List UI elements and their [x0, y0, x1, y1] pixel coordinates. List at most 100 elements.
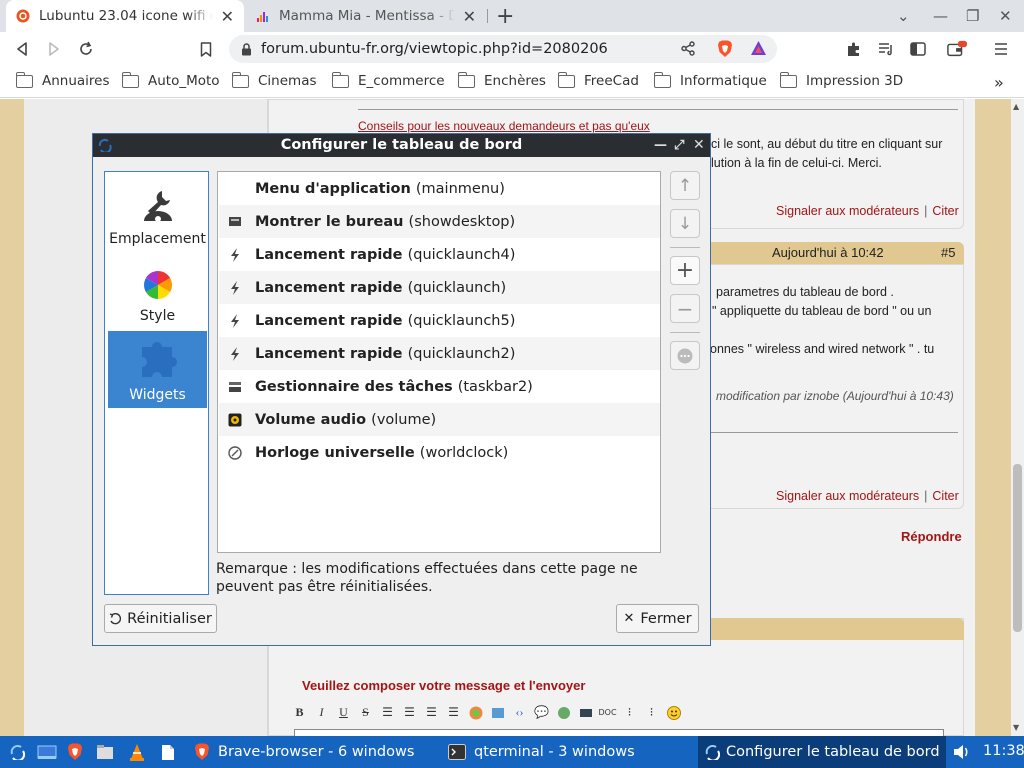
tab-close-icon[interactable]: ✕: [463, 7, 476, 26]
quote-icon[interactable]: 💬: [534, 705, 549, 720]
back-icon[interactable]: [12, 39, 32, 59]
minimize-icon[interactable]: —: [933, 7, 948, 25]
widget-row-showdesktop[interactable]: Montrer le bureau (showdesktop): [219, 205, 660, 238]
remove-widget-button[interactable]: −: [670, 294, 700, 323]
widget-row-quicklaunch5[interactable]: Lancement rapide (quicklaunch5): [219, 304, 660, 337]
brave-launcher-icon[interactable]: [66, 743, 84, 761]
quote-link[interactable]: Citer: [932, 489, 958, 503]
widget-row-taskbar2[interactable]: Gestionnaire des tâches (taskbar2): [219, 370, 660, 403]
bookmark-folder[interactable]: Impression 3D: [779, 71, 903, 89]
widget-row-mainmenu[interactable]: Menu d'application (mainmenu): [219, 172, 660, 205]
scrollbar-thumb[interactable]: [1013, 464, 1022, 632]
page-scrollbar[interactable]: ▲ ▼: [1011, 99, 1024, 736]
scroll-down-icon[interactable]: ▼: [1013, 723, 1019, 732]
dialog-titlebar[interactable]: Configurer le tableau de bord — ⤢ ✕: [93, 134, 710, 157]
wallet-icon[interactable]: [947, 39, 967, 59]
dialog-minimize-icon[interactable]: —: [654, 134, 667, 157]
report-link[interactable]: Signaler aux modérateurs: [776, 204, 919, 218]
post-date[interactable]: Aujourd'hui à 10:42: [772, 245, 884, 260]
color-icon[interactable]: [468, 705, 483, 720]
reset-button[interactable]: Réinitialiser: [104, 604, 217, 633]
widget-row-volume[interactable]: Volume audio (volume): [219, 403, 660, 436]
widget-row-worldclock[interactable]: Horloge universelle (worldclock): [219, 436, 660, 469]
bookmark-folder[interactable]: Auto_Moto: [121, 71, 220, 89]
bullet-list-icon[interactable]: ⁝: [644, 705, 659, 720]
ordered-list-icon[interactable]: ⁝: [622, 705, 637, 720]
show-desktop-icon[interactable]: [37, 743, 57, 761]
align-left-icon[interactable]: ☰: [380, 705, 395, 720]
reload-icon[interactable]: [76, 39, 96, 59]
move-down-button[interactable]: ↓: [670, 209, 700, 238]
configure-widget-button[interactable]: [670, 341, 700, 370]
media-playlist-icon[interactable]: [876, 39, 896, 59]
category-emplacement[interactable]: Emplacement: [108, 175, 207, 252]
widget-row-quicklaunch[interactable]: Lancement rapide (quicklaunch): [219, 271, 660, 304]
reply-link[interactable]: Répondre: [901, 529, 962, 544]
task-brave-browser[interactable]: Brave-browser - 6 windows: [190, 736, 430, 768]
bookmark-folder[interactable]: E_commerce: [331, 71, 445, 89]
align-center-icon[interactable]: ☰: [402, 705, 417, 720]
share-icon[interactable]: [681, 41, 695, 60]
brave-rewards-icon[interactable]: [750, 40, 767, 60]
brave-shields-icon[interactable]: [717, 40, 733, 62]
widget-row-quicklaunch4[interactable]: Lancement rapide (quicklaunch4): [219, 238, 660, 271]
message-textarea[interactable]: [294, 729, 944, 736]
strikethrough-icon[interactable]: S: [358, 705, 373, 720]
align-right-icon[interactable]: ☰: [424, 705, 439, 720]
bookmark-folder[interactable]: Informatique: [653, 71, 767, 89]
lock-icon[interactable]: [241, 42, 253, 56]
italic-icon[interactable]: I: [314, 705, 329, 720]
bookmark-folder[interactable]: Enchères: [457, 71, 546, 89]
close-button[interactable]: ✕ Fermer: [616, 604, 699, 633]
taskbar-clock[interactable]: 11:38: [983, 743, 1024, 759]
address-bar[interactable]: forum.ubuntu-fr.org/viewtopic.php?id=208…: [229, 35, 777, 63]
link-icon[interactable]: [556, 705, 571, 720]
tab-deezer[interactable]: Mamma Mia - Mentissa - Deeze ✕: [246, 0, 486, 32]
main-menu-icon[interactable]: [991, 39, 1011, 59]
justify-icon[interactable]: ☰: [446, 705, 461, 720]
quote-link[interactable]: Citer: [932, 204, 958, 218]
widget-row-quicklaunch2[interactable]: Lancement rapide (quicklaunch2): [219, 337, 660, 370]
doc-icon[interactable]: DOC: [598, 705, 616, 720]
task-panel-config[interactable]: Configurer le tableau de bord: [698, 736, 946, 768]
volume-tray-icon[interactable]: [953, 743, 971, 761]
tab-close-icon[interactable]: ✕: [221, 7, 234, 26]
advice-link[interactable]: Conseils pour les nouveaux demandeurs et…: [358, 119, 650, 133]
text-editor-icon[interactable]: [159, 743, 177, 761]
add-widget-button[interactable]: +: [670, 256, 700, 285]
bold-icon[interactable]: B: [292, 705, 307, 720]
brave-task-icon: [195, 743, 209, 760]
window-close-icon[interactable]: ✕: [999, 7, 1012, 25]
post-number[interactable]: #5: [941, 245, 955, 260]
category-style[interactable]: Style: [108, 252, 207, 329]
underline-icon[interactable]: U: [336, 705, 351, 720]
widget-list[interactable]: Menu d'application (mainmenu) Montrer le…: [217, 171, 661, 553]
restore-icon[interactable]: ❐: [966, 7, 979, 25]
dialog-close-icon[interactable]: ✕: [693, 134, 705, 157]
scroll-up-icon[interactable]: ▲: [1013, 102, 1019, 111]
bookmarks-overflow-icon[interactable]: »: [994, 73, 1004, 92]
vlc-icon[interactable]: [128, 743, 146, 761]
dialog-maximize-icon[interactable]: ⤢: [674, 134, 684, 157]
new-tab-icon[interactable]: +: [496, 4, 514, 29]
tab-lubuntu-forum[interactable]: Lubuntu 23.04 icone wifi dar ✕: [6, 0, 244, 32]
bookmark-folder[interactable]: FreeCad: [557, 71, 639, 89]
report-link[interactable]: Signaler aux modérateurs: [776, 489, 919, 503]
extensions-icon[interactable]: [844, 39, 864, 59]
bookmark-folder[interactable]: Cinemas: [231, 71, 317, 89]
bookmark-folder[interactable]: Annuaires: [15, 71, 110, 89]
task-qterminal[interactable]: qterminal - 3 windows: [444, 736, 694, 768]
bookmark-icon[interactable]: [196, 39, 216, 59]
move-up-button[interactable]: ↑: [670, 171, 700, 200]
start-menu-icon[interactable]: [8, 743, 26, 761]
code-icon[interactable]: ‹›: [512, 705, 527, 720]
lxqt-task-icon: [705, 744, 720, 760]
tab-list-chevron-icon[interactable]: ⌄: [897, 7, 910, 25]
file-manager-icon[interactable]: [96, 743, 114, 761]
smiley-icon[interactable]: [666, 705, 681, 720]
forward-icon[interactable]: [44, 39, 64, 59]
sidebar-icon[interactable]: [908, 39, 928, 59]
table-icon[interactable]: [578, 705, 593, 720]
category-widgets[interactable]: Widgets: [108, 331, 207, 408]
image-icon[interactable]: [490, 705, 505, 720]
